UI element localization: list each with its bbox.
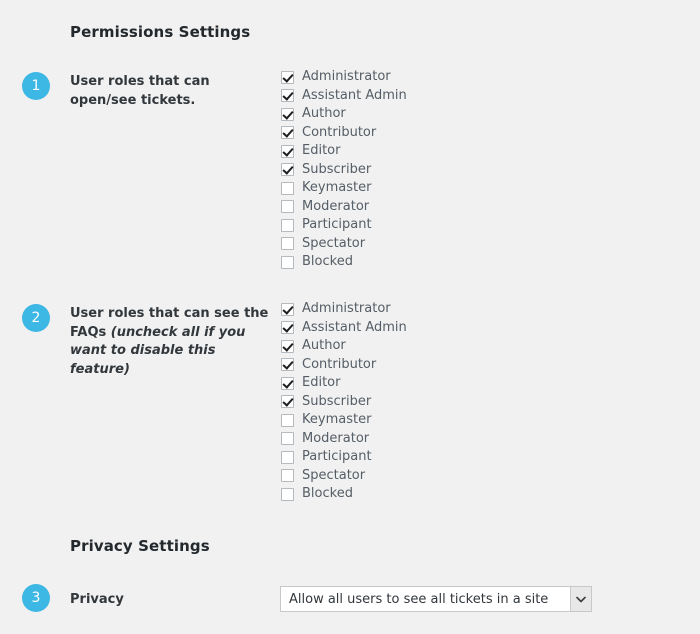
role-checkbox-item[interactable]: Subscriber <box>281 393 407 412</box>
setting-label-text: Privacy <box>70 592 124 607</box>
role-checkbox-item[interactable]: Author <box>281 337 407 356</box>
role-checkbox-item[interactable]: Editor <box>281 374 407 393</box>
checkbox-subscriber[interactable] <box>281 163 294 177</box>
role-label: Author <box>302 338 346 353</box>
role-label: Participant <box>302 449 372 464</box>
role-checkbox-item[interactable]: Blocked <box>281 485 407 504</box>
role-label: Spectator <box>302 235 366 251</box>
role-checkbox-item[interactable]: Participant <box>281 448 407 467</box>
checkbox-spectator[interactable] <box>281 469 294 483</box>
role-checkbox-item[interactable]: Author <box>281 105 407 124</box>
checkbox-administrator[interactable] <box>281 70 294 84</box>
checkbox-editor[interactable] <box>281 144 294 158</box>
privacy-select-value: Allow all users to see all tickets in a … <box>289 591 549 607</box>
privacy-select[interactable]: Allow all users to see all tickets in a … <box>280 586 592 612</box>
checkbox-keymaster[interactable] <box>281 413 294 427</box>
checkbox-moderator[interactable] <box>281 432 294 446</box>
role-label: Subscriber <box>302 393 372 409</box>
step-number-badge-3: 3 <box>22 584 50 612</box>
role-label: Spectator <box>302 467 366 483</box>
role-checkbox-item[interactable]: Administrator <box>281 300 407 319</box>
role-label: Subscriber <box>302 161 372 177</box>
permissions-settings-heading: Permissions Settings <box>70 23 251 41</box>
setting-label-privacy: Privacy <box>70 591 270 610</box>
checkbox-assistant-admin[interactable] <box>281 89 294 103</box>
setting-label-text: User roles that can open/see tickets. <box>70 74 210 108</box>
role-label: Assistant Admin <box>302 319 407 335</box>
checkbox-contributor[interactable] <box>281 358 294 372</box>
checkbox-blocked[interactable] <box>281 255 294 269</box>
role-checkbox-item[interactable]: Subscriber <box>281 161 407 180</box>
role-checkbox-list-faqs: Administrator Assistant Admin Author Con… <box>281 300 407 504</box>
checkbox-author[interactable] <box>281 107 294 121</box>
setting-label-user-roles-faqs: User roles that can see the FAQs (unchec… <box>70 305 270 379</box>
role-checkbox-item[interactable]: Contributor <box>281 124 407 143</box>
role-checkbox-item[interactable]: Assistant Admin <box>281 87 407 106</box>
role-checkbox-item[interactable]: Keymaster <box>281 411 407 430</box>
role-checkbox-item[interactable]: Spectator <box>281 467 407 486</box>
role-checkbox-list-tickets: Administrator Assistant Admin Author Con… <box>281 68 407 272</box>
step-number-badge-2: 2 <box>22 304 50 332</box>
role-checkbox-item[interactable]: Keymaster <box>281 179 407 198</box>
role-checkbox-item[interactable]: Blocked <box>281 253 407 272</box>
checkbox-participant[interactable] <box>281 450 294 464</box>
checkbox-subscriber[interactable] <box>281 395 294 409</box>
role-checkbox-item[interactable]: Moderator <box>281 430 407 449</box>
role-checkbox-item[interactable]: Moderator <box>281 198 407 217</box>
role-label: Contributor <box>302 356 377 372</box>
checkbox-administrator[interactable] <box>281 302 294 316</box>
checkbox-blocked[interactable] <box>281 487 294 501</box>
checkbox-editor[interactable] <box>281 376 294 390</box>
chevron-down-icon[interactable] <box>570 587 591 611</box>
role-checkbox-item[interactable]: Contributor <box>281 356 407 375</box>
role-label: Author <box>302 106 346 121</box>
checkbox-participant[interactable] <box>281 218 294 232</box>
privacy-settings-heading: Privacy Settings <box>70 537 210 555</box>
checkbox-keymaster[interactable] <box>281 181 294 195</box>
role-checkbox-item[interactable]: Administrator <box>281 68 407 87</box>
role-label: Contributor <box>302 124 377 140</box>
checkbox-contributor[interactable] <box>281 126 294 140</box>
checkbox-spectator[interactable] <box>281 237 294 251</box>
checkbox-moderator[interactable] <box>281 200 294 214</box>
role-label: Participant <box>302 217 372 232</box>
role-label: Keymaster <box>302 412 372 427</box>
role-label: Assistant Admin <box>302 87 407 103</box>
role-label: Editor <box>302 143 341 158</box>
role-label: Moderator <box>302 430 370 446</box>
role-label: Editor <box>302 375 341 390</box>
role-checkbox-item[interactable]: Assistant Admin <box>281 319 407 338</box>
checkbox-assistant-admin[interactable] <box>281 321 294 335</box>
checkbox-author[interactable] <box>281 339 294 353</box>
role-label: Moderator <box>302 198 370 214</box>
role-checkbox-item[interactable]: Spectator <box>281 235 407 254</box>
role-label: Blocked <box>302 254 353 269</box>
permissions-settings-page: Permissions Settings 1 User roles that c… <box>0 0 700 634</box>
setting-label-user-roles-tickets: User roles that can open/see tickets. <box>70 73 270 110</box>
role-label: Blocked <box>302 486 353 501</box>
role-checkbox-item[interactable]: Editor <box>281 142 407 161</box>
step-number-badge-1: 1 <box>22 72 50 100</box>
role-label: Administrator <box>302 301 391 316</box>
role-label: Administrator <box>302 69 391 84</box>
role-checkbox-item[interactable]: Participant <box>281 216 407 235</box>
role-label: Keymaster <box>302 180 372 195</box>
